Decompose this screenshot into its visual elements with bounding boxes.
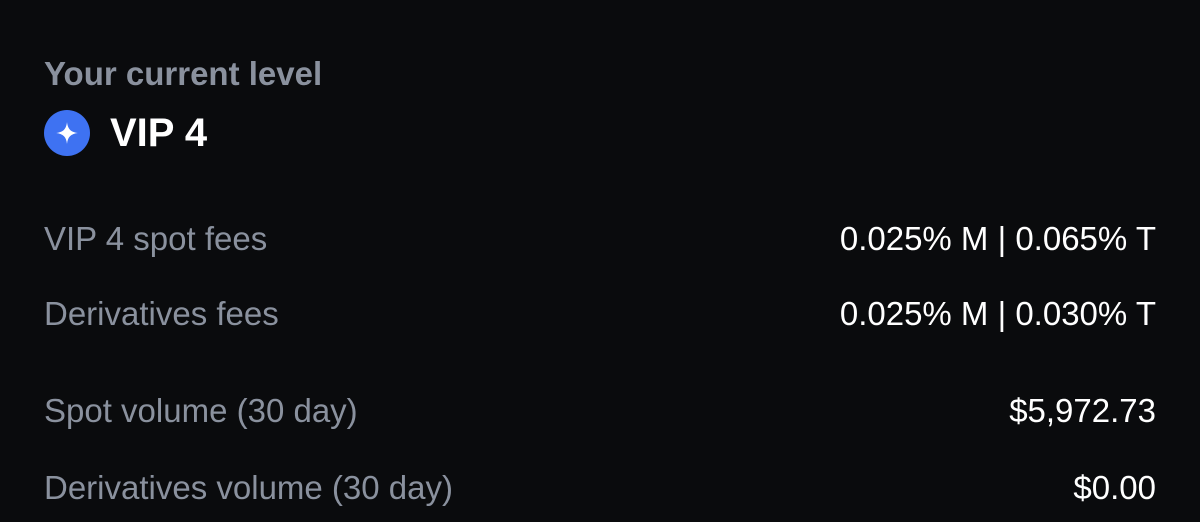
spot-fees-label: VIP 4 spot fees bbox=[44, 220, 268, 257]
derivatives-volume-label: Derivatives volume (30 day) bbox=[44, 469, 453, 506]
derivatives-fees-value: 0.025% M | 0.030% T bbox=[839, 295, 1156, 332]
current-level: VIP 4 bbox=[44, 108, 207, 158]
spot-fees-value: 0.025% M | 0.065% T bbox=[839, 220, 1156, 257]
spot-volume-value: $5,972.73 bbox=[1009, 392, 1156, 429]
derivatives-volume-row: Derivatives volume (30 day) $0.00 bbox=[44, 466, 1156, 510]
derivatives-volume-value: $0.00 bbox=[1073, 469, 1156, 506]
spot-fees-row: VIP 4 spot fees 0.025% M | 0.065% T bbox=[44, 217, 1156, 261]
sparkle-icon bbox=[44, 110, 90, 156]
spot-volume-row: Spot volume (30 day) $5,972.73 bbox=[44, 389, 1156, 433]
derivatives-fees-row: Derivatives fees 0.025% M | 0.030% T bbox=[44, 292, 1156, 336]
vip-level-panel: Your current level VIP 4 VIP 4 spot fees… bbox=[0, 0, 1200, 522]
level-caption: Your current level bbox=[44, 55, 323, 92]
derivatives-fees-label: Derivatives fees bbox=[44, 295, 279, 332]
spot-volume-label: Spot volume (30 day) bbox=[44, 392, 358, 429]
level-name: VIP 4 bbox=[110, 111, 208, 155]
